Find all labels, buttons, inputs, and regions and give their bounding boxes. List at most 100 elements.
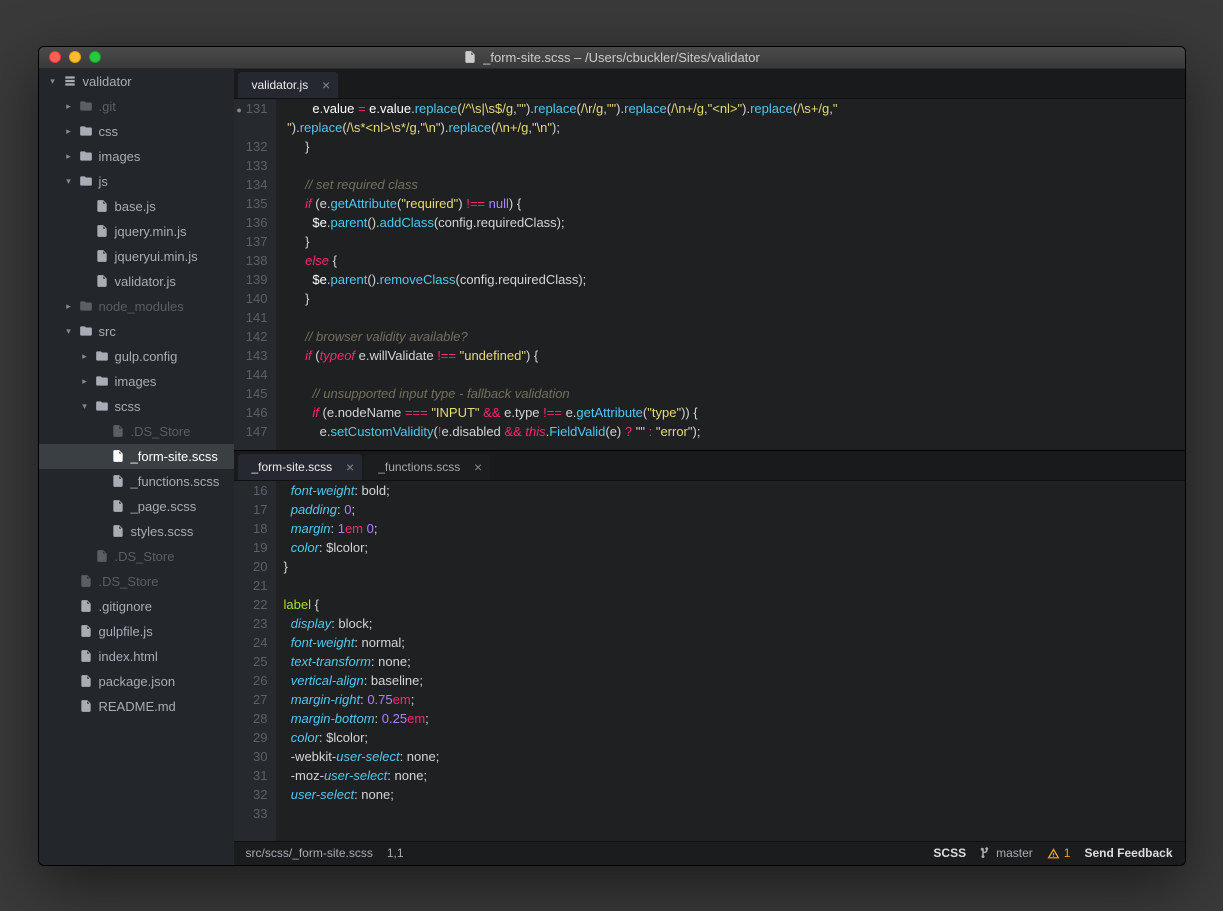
tree-file[interactable]: .DS_Store <box>39 544 234 569</box>
tree-item-label: jqueryui.min.js <box>115 249 198 264</box>
tree-item-label: README.md <box>99 699 176 714</box>
project-icon <box>63 74 77 88</box>
tree-folder[interactable]: ▾js <box>39 169 234 194</box>
minimize-window-button[interactable] <box>69 51 81 63</box>
tree-folder[interactable]: ▾src <box>39 319 234 344</box>
tree-item-label: gulp.config <box>115 349 178 364</box>
chevron-right-icon: ▸ <box>65 301 73 312</box>
file-icon <box>79 699 93 713</box>
tree-folder[interactable]: ▸ css <box>39 119 234 144</box>
code-editor-bottom[interactable]: 161718192021222324252627282930313233 fon… <box>234 481 1185 841</box>
zoom-window-button[interactable] <box>89 51 101 63</box>
tree-file[interactable]: .gitignore <box>39 594 234 619</box>
tree-file[interactable]: _form-site.scss <box>39 444 234 469</box>
main-area: ▾validator▸.git▸css▸images▾jsbase.jsjque… <box>39 69 1185 865</box>
tree-item-label: images <box>115 374 157 389</box>
line-number-gutter: 161718192021222324252627282930313233 <box>234 481 276 841</box>
file-icon <box>111 449 125 463</box>
chevron-down-icon: ▾ <box>49 76 57 87</box>
tree-file[interactable]: validator.js <box>39 269 234 294</box>
tree-item-label: _page.scss <box>131 499 197 514</box>
tree-file[interactable]: _page.scss <box>39 494 234 519</box>
folder-icon <box>79 324 93 338</box>
tree-file[interactable]: index.html <box>39 644 234 669</box>
file-tree-sidebar[interactable]: ▾validator▸.git▸css▸images▾jsbase.jsjque… <box>39 69 234 865</box>
tree-file[interactable]: jqueryui.min.js <box>39 244 234 269</box>
tree-folder[interactable]: ▸.git <box>39 94 234 119</box>
status-git-branch[interactable]: master <box>980 846 1033 860</box>
tree-file[interactable]: styles.scss <box>39 519 234 544</box>
tree-item-label: .DS_Store <box>99 574 159 589</box>
git-branch-icon <box>980 847 992 859</box>
tree-item-label: index.html <box>99 649 158 664</box>
close-icon[interactable]: × <box>322 77 330 93</box>
file-icon <box>111 474 125 488</box>
tree-item-label: css <box>99 124 119 139</box>
tree-item-label: js <box>99 174 108 189</box>
editor-group: validator.js × 13113213313413513613713813… <box>234 69 1185 865</box>
chevron-right-icon: ▸ <box>81 376 89 387</box>
tree-folder[interactable]: ▾ scss <box>39 394 234 419</box>
editor-tab[interactable]: _form-site.scss × <box>238 454 363 480</box>
tree-item-label: validator.js <box>115 274 176 289</box>
titlebar[interactable]: _form-site.scss – /Users/cbuckler/Sites/… <box>39 47 1185 69</box>
file-icon <box>111 424 125 438</box>
tree-file[interactable]: jquery.min.js <box>39 219 234 244</box>
tree-file[interactable]: _functions.scss <box>39 469 234 494</box>
tab-bar-bottom[interactable]: _form-site.scss×_functions.scss× <box>234 451 1185 481</box>
tree-item-label: .DS_Store <box>131 424 191 439</box>
tree-item-label: package.json <box>99 674 176 689</box>
tree-file[interactable]: base.js <box>39 194 234 219</box>
file-icon <box>95 549 109 563</box>
tab-label: _form-site.scss <box>252 460 333 474</box>
tree-item-label: .DS_Store <box>115 549 175 564</box>
tree-file[interactable]: .DS_Store <box>39 569 234 594</box>
tree-item-label: _form-site.scss <box>131 449 218 464</box>
chevron-right-icon: ▸ <box>81 351 89 362</box>
tree-item-label: .gitignore <box>99 599 152 614</box>
code-content[interactable]: font-weight: bold; padding: 0; margin: 1… <box>276 481 1185 841</box>
status-bar[interactable]: src/scss/_form-site.scss 1,1 SCSS master… <box>234 841 1185 865</box>
status-cursor-position[interactable]: 1,1 <box>387 846 404 860</box>
tree-file[interactable]: .DS_Store <box>39 419 234 444</box>
editor-tab[interactable]: validator.js × <box>238 72 339 98</box>
code-content[interactable]: e.value = e.value.replace(/^\s|\s$/g,"")… <box>276 99 1185 450</box>
status-language[interactable]: SCSS <box>933 846 966 860</box>
tree-folder[interactable]: ▸images <box>39 144 234 169</box>
tree-folder[interactable]: ▸ gulp.config <box>39 344 234 369</box>
close-icon[interactable]: × <box>346 459 354 475</box>
chevron-right-icon: ▸ <box>65 101 73 112</box>
tree-item-label: _functions.scss <box>131 474 220 489</box>
folder-icon <box>79 99 93 113</box>
close-icon[interactable]: × <box>474 459 482 475</box>
tree-folder[interactable]: ▸node_modules <box>39 294 234 319</box>
chevron-down-icon: ▾ <box>81 401 89 412</box>
tree-folder[interactable]: ▸ images <box>39 369 234 394</box>
tree-item-label: jquery.min.js <box>115 224 187 239</box>
tree-file[interactable]: package.json <box>39 669 234 694</box>
file-icon <box>95 274 109 288</box>
tab-label: validator.js <box>252 78 309 92</box>
folder-icon <box>79 124 93 138</box>
tree-project[interactable]: ▾validator <box>39 69 234 94</box>
status-warnings[interactable]: 1 <box>1047 846 1071 860</box>
folder-icon <box>79 299 93 313</box>
close-window-button[interactable] <box>49 51 61 63</box>
tree-file[interactable]: gulpfile.js <box>39 619 234 644</box>
window-controls <box>49 51 101 63</box>
file-icon <box>95 199 109 213</box>
chevron-right-icon: ▸ <box>65 126 73 137</box>
send-feedback-link[interactable]: Send Feedback <box>1084 846 1172 860</box>
tab-bar-top[interactable]: validator.js × <box>234 69 1185 99</box>
tree-item-label: scss <box>115 399 141 414</box>
file-icon <box>95 249 109 263</box>
file-icon <box>111 499 125 513</box>
file-icon <box>79 574 93 588</box>
folder-icon <box>79 149 93 163</box>
editor-tab[interactable]: _functions.scss× <box>364 454 490 480</box>
tree-file[interactable]: README.md <box>39 694 234 719</box>
code-editor-top[interactable]: 1311321331341351361371381391401411421431… <box>234 99 1185 450</box>
editor-pane-bottom: _form-site.scss×_functions.scss× 1617181… <box>234 451 1185 841</box>
status-filepath: src/scss/_form-site.scss <box>246 846 373 860</box>
chevron-down-icon: ▾ <box>65 326 73 337</box>
